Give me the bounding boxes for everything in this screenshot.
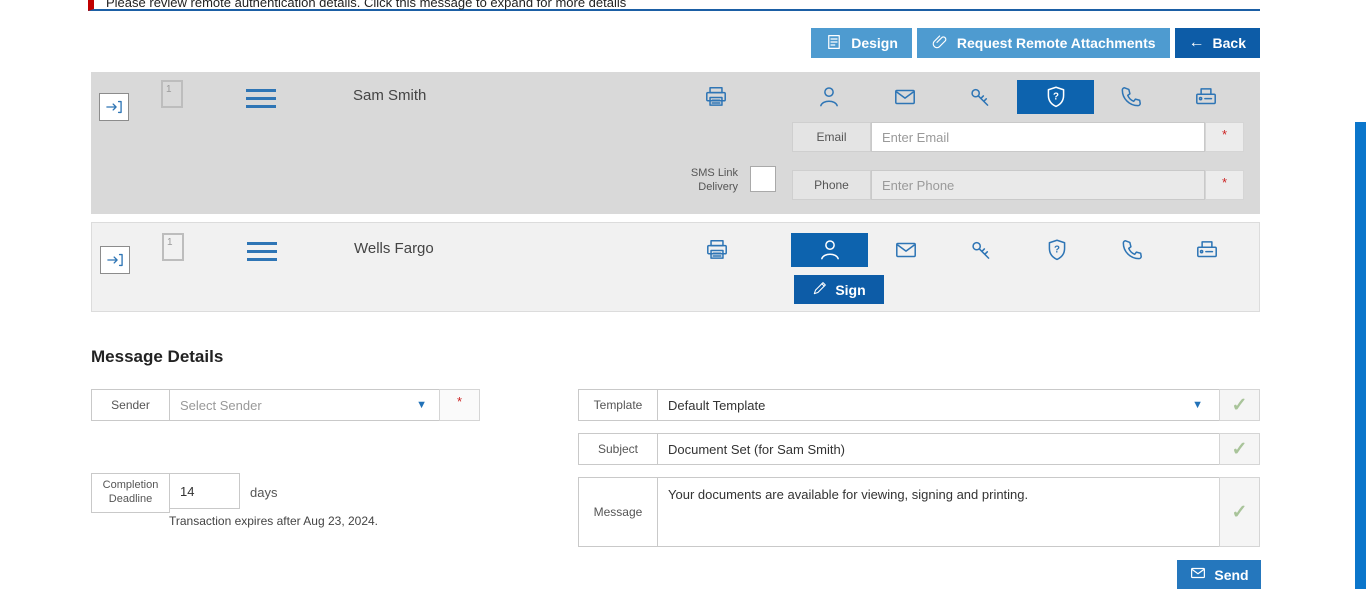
expiration-note: Transaction expires after Aug 23, 2024.: [169, 514, 379, 528]
back-button[interactable]: ← Back: [1174, 28, 1260, 58]
subject-input[interactable]: [657, 433, 1220, 465]
page: Please review remote authentication deta…: [0, 0, 1366, 589]
scrollbar[interactable]: [1355, 122, 1366, 589]
phone-auth-icon[interactable]: [1092, 80, 1169, 114]
sign-button-label: Sign: [835, 281, 866, 298]
email-delivery-icon[interactable]: [867, 233, 944, 267]
deadline-unit-label: days: [250, 485, 278, 500]
template-select-value: Default Template: [668, 397, 766, 413]
document-count: 1: [166, 84, 172, 95]
message-textarea[interactable]: Your documents are available for viewing…: [657, 477, 1220, 547]
sign-pen-icon: [812, 280, 828, 299]
dropdown-caret-icon: ▼: [1192, 399, 1203, 411]
request-remote-attachments-label: Request Remote Attachments: [956, 35, 1156, 51]
design-button[interactable]: Design: [811, 28, 912, 58]
dropdown-caret-icon: ▼: [416, 399, 427, 411]
phone-input[interactable]: [871, 170, 1205, 200]
sms-link-delivery-label: SMS Link Delivery: [690, 167, 738, 194]
key-icon[interactable]: [942, 233, 1019, 267]
arrow-to-bracket-icon[interactable]: [99, 93, 129, 121]
sender-label: Sender: [91, 389, 170, 421]
printer-icon[interactable]: [699, 80, 733, 114]
document-count: 1: [167, 237, 173, 248]
arrow-to-bracket-icon[interactable]: [100, 246, 130, 274]
phone-required-marker: *: [1205, 170, 1244, 200]
subject-valid-check-icon: ✓: [1219, 433, 1260, 465]
svg-text:?: ?: [1054, 245, 1060, 256]
email-required-marker: *: [1205, 122, 1244, 152]
printer-icon[interactable]: [700, 233, 734, 267]
message-details-heading: Message Details: [91, 347, 224, 366]
shield-question-icon[interactable]: ?: [1017, 80, 1094, 114]
email-delivery-icon[interactable]: [866, 80, 943, 114]
auth-notice-text: Please review remote authentication deta…: [106, 0, 627, 10]
sender-required-marker: *: [439, 389, 480, 421]
drag-handle-icon[interactable]: [246, 89, 276, 113]
email-input[interactable]: [871, 122, 1205, 152]
subject-label: Subject: [578, 433, 658, 465]
send-button[interactable]: Send: [1177, 560, 1261, 589]
signer-person-icon[interactable]: [790, 80, 867, 114]
recipient-name: Sam Smith: [353, 87, 427, 104]
design-button-label: Design: [851, 35, 898, 51]
svg-text:?: ?: [1053, 92, 1059, 103]
toolbar: Design Request Remote Attachments ← Back: [811, 28, 1260, 58]
send-envelope-icon: [1189, 564, 1207, 585]
sms-link-delivery-checkbox[interactable]: [750, 166, 776, 192]
document-count-icon[interactable]: 1: [162, 233, 184, 261]
fax-icon[interactable]: [1167, 80, 1244, 114]
phone-field-label: Phone: [792, 170, 871, 200]
sender-select[interactable]: Select Sender ▼: [169, 389, 440, 421]
recipient-row-wells-fargo: 1 Wells Fargo ? Sign: [91, 222, 1260, 312]
template-select[interactable]: Default Template ▼: [657, 389, 1220, 421]
completion-deadline-label: Completion Deadline: [91, 473, 170, 513]
request-remote-attachments-button[interactable]: Request Remote Attachments: [916, 28, 1170, 58]
back-button-label: Back: [1212, 35, 1246, 51]
message-valid-check-icon: ✓: [1219, 477, 1260, 547]
key-icon[interactable]: [941, 80, 1018, 114]
recipient-row-sam-smith: 1 Sam Smith ? Email * SMS Link Deli: [91, 72, 1260, 214]
paperclip-icon: [931, 33, 949, 54]
sign-button[interactable]: Sign: [794, 275, 884, 304]
drag-handle-icon[interactable]: [247, 242, 277, 266]
document-count-icon[interactable]: 1: [161, 80, 183, 108]
message-label: Message: [578, 477, 658, 547]
design-doc-icon: [825, 33, 843, 54]
signer-person-icon[interactable]: [791, 233, 868, 267]
back-arrow-icon: ←: [1188, 34, 1205, 51]
email-field-label: Email: [792, 122, 871, 152]
shield-question-icon[interactable]: ?: [1018, 233, 1095, 267]
completion-deadline-input[interactable]: [169, 473, 240, 509]
sender-select-value: Select Sender: [180, 397, 262, 413]
send-button-label: Send: [1214, 566, 1249, 583]
template-valid-check-icon: ✓: [1219, 389, 1260, 421]
fax-icon[interactable]: [1168, 233, 1245, 267]
template-label: Template: [578, 389, 658, 421]
phone-auth-icon[interactable]: [1093, 233, 1170, 267]
auth-notice-bar[interactable]: Please review remote authentication deta…: [88, 0, 1260, 11]
recipient-name: Wells Fargo: [354, 240, 434, 257]
